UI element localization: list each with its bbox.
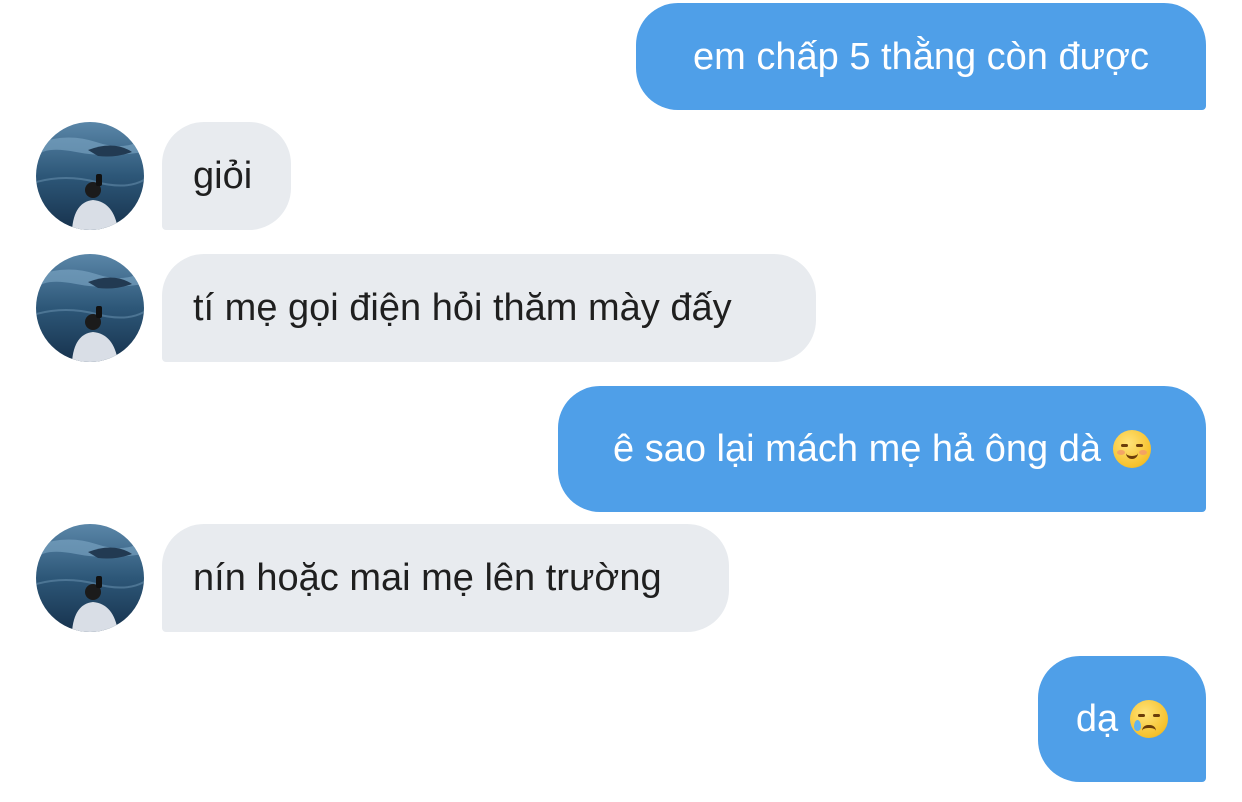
- message-text: ê sao lại mách mẹ hả ông dà: [613, 428, 1101, 470]
- outgoing-message-bubble[interactable]: dạ: [1038, 656, 1206, 782]
- message-text: giỏi: [193, 155, 253, 197]
- contact-avatar[interactable]: [36, 524, 144, 632]
- message-text: nín hoặc mai mẹ lên trường: [193, 557, 662, 599]
- contact-avatar[interactable]: [36, 122, 144, 230]
- face-holding-back-tears-icon: [1130, 700, 1169, 738]
- outgoing-message-bubble[interactable]: ê sao lại mách mẹ hả ông dà: [558, 386, 1206, 512]
- incoming-message-bubble[interactable]: tí mẹ gọi điện hỏi thăm mày đấy: [162, 254, 816, 362]
- smiling-face-with-blush-icon: [1112, 430, 1151, 468]
- message-text: dạ: [1075, 698, 1119, 740]
- avatar-image: [36, 122, 144, 230]
- message-text: tí mẹ gọi điện hỏi thăm mày đấy: [193, 287, 732, 329]
- incoming-message-bubble[interactable]: nín hoặc mai mẹ lên trường: [162, 524, 729, 632]
- incoming-message-bubble[interactable]: giỏi: [162, 122, 291, 230]
- chat-thread: em chấp 5 thằng còn được giỏi tí mẹ gọi …: [0, 0, 1242, 802]
- message-text: em chấp 5 thằng còn được: [693, 35, 1149, 78]
- contact-avatar[interactable]: [36, 254, 144, 362]
- avatar-image: [36, 254, 144, 362]
- avatar-image: [36, 524, 144, 632]
- outgoing-message-bubble[interactable]: em chấp 5 thằng còn được: [636, 3, 1206, 110]
